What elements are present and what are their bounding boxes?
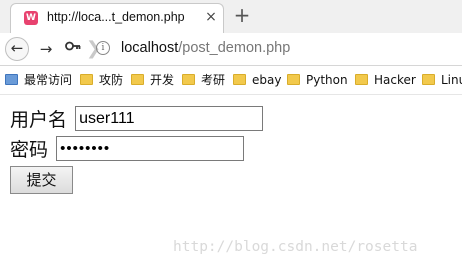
watermark-text: http://blog.csdn.net/rosetta bbox=[173, 239, 418, 255]
bookmark-most-visited[interactable]: 最常访问 bbox=[5, 72, 72, 88]
url-host: localhost bbox=[121, 40, 179, 56]
new-tab-icon[interactable]: + bbox=[233, 5, 251, 25]
folder-icon bbox=[80, 74, 93, 85]
password-row: 密码 •••••••• bbox=[10, 135, 245, 162]
bookmark-label: 攻防 bbox=[99, 73, 124, 87]
bookmark-label: 最常访问 bbox=[24, 73, 73, 87]
bookmark-label: 考研 bbox=[201, 73, 226, 87]
submit-button[interactable]: 提交 bbox=[10, 166, 73, 194]
forward-arrow-icon[interactable]: → bbox=[36, 39, 56, 59]
folder-icon bbox=[131, 74, 144, 85]
username-label: 用户名 bbox=[10, 109, 68, 131]
bookmarks-star-icon bbox=[5, 74, 18, 85]
folder-icon bbox=[355, 74, 368, 85]
bookmark-folder-exam[interactable]: 考研 bbox=[182, 72, 225, 88]
bookmark-folder-hacker[interactable]: Hacker bbox=[355, 72, 416, 88]
back-arrow-icon[interactable]: ← bbox=[5, 37, 29, 61]
bookmarks-bar: 最常访问 攻防 开发 考研 ebay Python Hacker Linu bbox=[0, 66, 462, 95]
browser-tab[interactable]: W http://loca...t_demon.php × bbox=[10, 3, 224, 33]
info-icon[interactable]: i bbox=[96, 41, 110, 55]
address-bar[interactable]: localhost/post_demon.php bbox=[121, 40, 290, 56]
bookmark-folder-dev[interactable]: 开发 bbox=[131, 72, 174, 88]
nav-separator: ❯ bbox=[86, 38, 102, 59]
bookmark-label: ebay bbox=[252, 73, 282, 87]
bookmark-label: 开发 bbox=[150, 73, 175, 87]
bookmark-folder-ebay[interactable]: ebay bbox=[233, 72, 281, 88]
bookmark-label: Linu bbox=[441, 73, 462, 87]
bookmark-folder-linux[interactable]: Linu bbox=[422, 72, 462, 88]
folder-icon bbox=[233, 74, 246, 85]
username-row: 用户名 user111 bbox=[10, 105, 264, 132]
folder-icon bbox=[422, 74, 435, 85]
bookmark-folder-attack-defense[interactable]: 攻防 bbox=[80, 72, 123, 88]
password-label: 密码 bbox=[10, 139, 49, 161]
tab-strip: W http://loca...t_demon.php × + bbox=[0, 0, 462, 33]
url-path: /post_demon.php bbox=[178, 40, 291, 56]
navigation-bar: ← → ❯ i localhost/post_demon.php bbox=[0, 33, 462, 66]
bookmark-label: Python bbox=[306, 73, 348, 87]
username-input[interactable]: user111 bbox=[75, 106, 264, 131]
favicon-icon: W bbox=[24, 11, 38, 25]
bookmark-folder-python[interactable]: Python bbox=[287, 72, 348, 88]
bookmark-label: Hacker bbox=[374, 73, 416, 87]
folder-icon bbox=[182, 74, 195, 85]
close-tab-icon[interactable]: × bbox=[204, 9, 218, 25]
page-content: 用户名 user111 密码 •••••••• 提交 http://blog.c… bbox=[0, 95, 462, 270]
password-input[interactable]: •••••••• bbox=[56, 136, 245, 161]
tab-title: http://loca...t_demon.php bbox=[47, 10, 185, 24]
folder-icon bbox=[287, 74, 300, 85]
key-icon[interactable] bbox=[63, 39, 83, 59]
